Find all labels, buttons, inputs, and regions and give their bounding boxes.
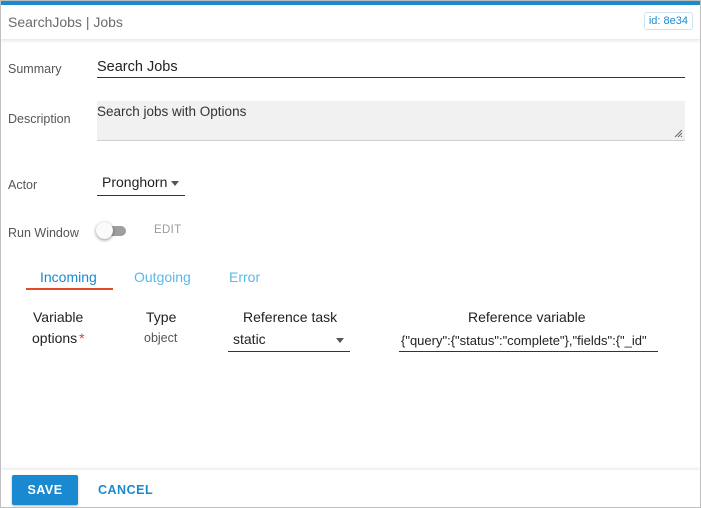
reference-task-dropdown[interactable]: static: [228, 329, 350, 352]
active-tab-indicator: [26, 288, 113, 290]
dialog-header: SearchJobs | Jobs id: 8e34: [1, 5, 700, 39]
caret-down-icon: [171, 181, 179, 186]
header-type: Type: [146, 309, 177, 325]
caret-down-icon: [336, 338, 344, 343]
task-editor-dialog: SearchJobs | Jobs id: 8e34 Summary Searc…: [0, 0, 701, 508]
summary-value: Search Jobs: [97, 59, 178, 75]
description-textarea[interactable]: Search jobs with Options: [97, 101, 685, 141]
header-reference-task: Reference task: [243, 309, 338, 325]
description-label: Description: [8, 112, 71, 126]
dialog-footer: SAVE CANCEL: [1, 470, 700, 507]
tab-outgoing[interactable]: Outgoing: [134, 269, 191, 285]
run-window-label: Run Window: [8, 226, 79, 240]
reference-variable-input[interactable]: {"query":{"status":"complete"},"fields":…: [399, 331, 658, 352]
summary-input[interactable]: Search Jobs: [97, 57, 685, 78]
toggle-knob: [96, 222, 113, 239]
edit-run-window-button[interactable]: EDIT: [154, 224, 181, 236]
tab-incoming[interactable]: Incoming: [40, 269, 97, 285]
variable-name: options *: [32, 330, 85, 346]
summary-label: Summary: [8, 62, 62, 76]
variable-type: object: [144, 331, 178, 345]
required-mark: *: [79, 330, 85, 346]
header-variable: Variable: [33, 309, 84, 325]
actor-value: Pronghorn: [102, 174, 168, 190]
cancel-button[interactable]: CANCEL: [92, 475, 153, 505]
reference-variable-value: {"query":{"status":"complete"},"fields":…: [401, 333, 647, 348]
description-value: Search jobs with Options: [97, 104, 247, 119]
dialog-title: SearchJobs | Jobs: [8, 14, 123, 30]
save-button[interactable]: SAVE: [12, 475, 78, 505]
run-window-toggle[interactable]: [96, 222, 128, 239]
header-reference-variable: Reference variable: [468, 309, 586, 325]
id-badge: id: 8e34: [643, 12, 693, 30]
resize-handle-icon[interactable]: [673, 128, 683, 138]
tab-error[interactable]: Error: [229, 269, 260, 285]
reference-task-value: static: [233, 331, 266, 347]
actor-dropdown[interactable]: Pronghorn: [97, 173, 185, 196]
actor-label: Actor: [8, 178, 38, 192]
